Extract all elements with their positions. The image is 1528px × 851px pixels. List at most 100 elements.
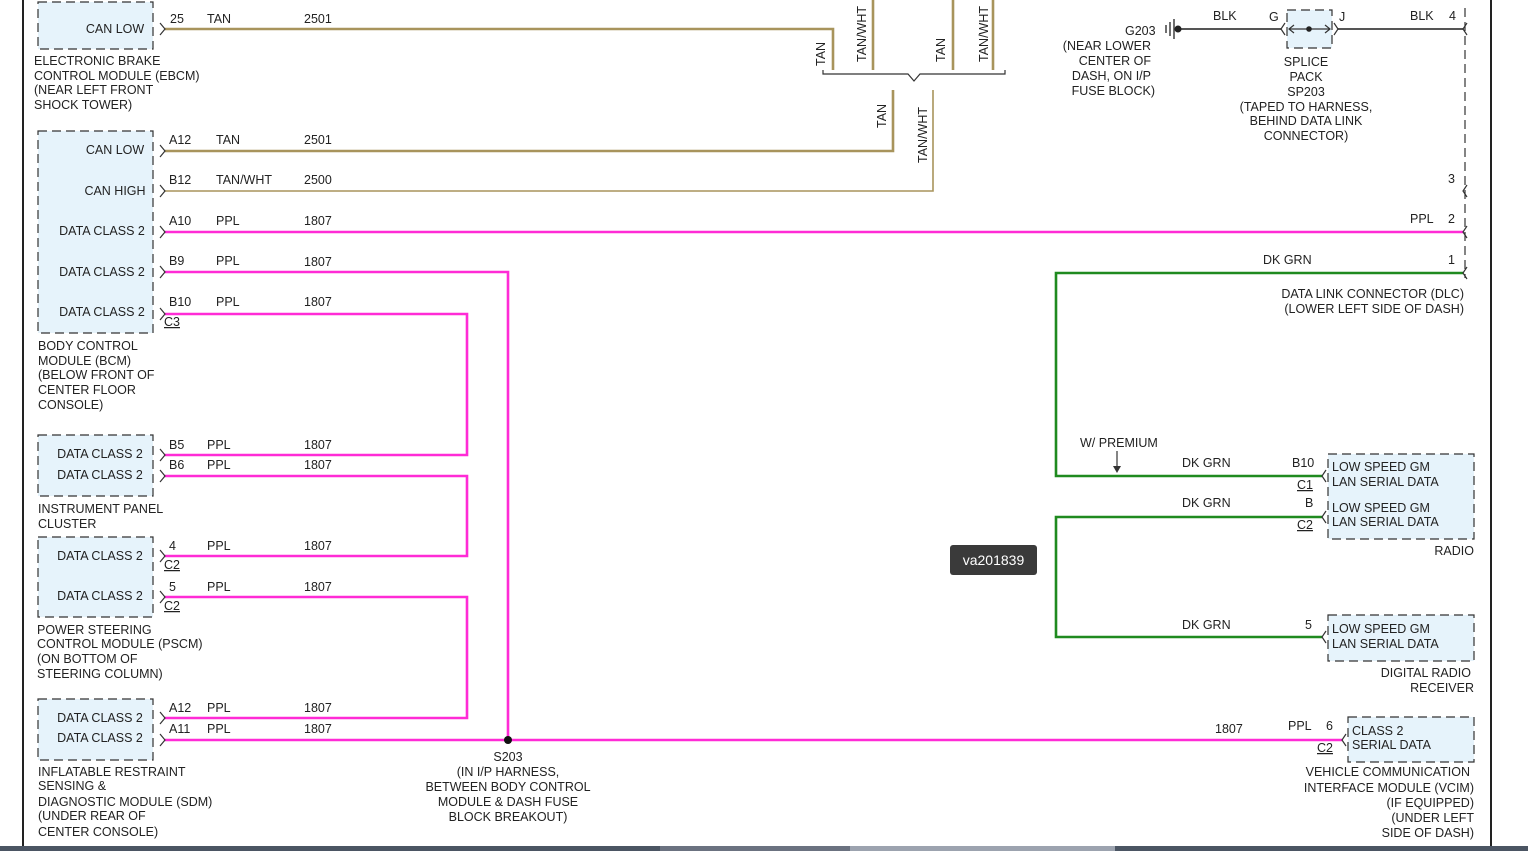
sdm-module-box (37, 698, 154, 761)
wirecolor-sdm-a11: PPL (207, 722, 231, 736)
bcm-can-low-label: CAN LOW (86, 143, 145, 157)
pin-ebcm-25: 25 (170, 12, 184, 26)
wirecolor-dlc-1: DK GRN (1263, 253, 1312, 267)
svg-text:INTERFACE MODULE (VCIM): INTERFACE MODULE (VCIM) (1304, 781, 1474, 795)
wirecolor-vert-tanwht-1: TAN/WHT (855, 6, 869, 62)
wire-ppl-pscm-5-sdm-a12 (165, 595, 469, 720)
svg-text:(UNDER REAR OF: (UNDER REAR OF (38, 809, 146, 823)
drr-lan-line2: LAN SERIAL DATA (1332, 637, 1439, 651)
wiring-diagram: CAN LOW CAN LOW CAN HIGH DATA CLASS 2 DA… (0, 0, 1528, 851)
circuit-pscm-4: 1807 (304, 539, 332, 553)
wirecolor-radio-b: DK GRN (1182, 496, 1231, 510)
pin-radio-b10: B10 (1292, 456, 1314, 470)
svg-text:S203: S203 (493, 750, 522, 764)
g203-label: G203 (1125, 24, 1156, 38)
pin-drr-5: 5 (1305, 618, 1312, 632)
image-id-badge: va201839 (950, 545, 1037, 575)
circuit-bcm-b9: 1807 (304, 255, 332, 269)
circuit-ebcm-2501: 2501 (304, 12, 332, 26)
wire-tanwht-bcm-can-high (165, 90, 934, 192)
w-premium-label: W/ PREMIUM (1080, 436, 1158, 450)
svg-text:SENSING &: SENSING & (38, 779, 107, 793)
ebcm-caption: ELECTRONIC BRAKE CONTROL MODULE (EBCM) (… (34, 54, 200, 112)
circuit-sdm-a11: 1807 (304, 722, 332, 736)
connector-pscm-c2-b: C2 (164, 599, 180, 613)
wirecolor-vcim: PPL (1288, 719, 1312, 733)
wirecolor-vert-tan-1: TAN (814, 42, 828, 66)
radio-lan1-line2: LAN SERIAL DATA (1332, 475, 1439, 489)
ebcm-can-low-label: CAN LOW (86, 22, 145, 36)
svg-text:SHOCK TOWER): SHOCK TOWER) (34, 98, 132, 112)
wire-ppl-bcm-b9 (165, 270, 510, 740)
w-premium-arrow-head (1113, 466, 1121, 473)
svg-text:SPLICE: SPLICE (1284, 55, 1328, 69)
ipc-caption: INSTRUMENT PANEL CLUSTER (38, 502, 163, 531)
pin-pscm-4: 4 (169, 539, 176, 553)
splice-dot (1306, 26, 1312, 32)
vcim-class2-line1: CLASS 2 (1352, 724, 1403, 738)
svg-text:CENTER CONSOLE): CENTER CONSOLE) (38, 825, 158, 839)
circuit-bcm-a12: 2501 (304, 133, 332, 147)
pin-dlc-2: 2 (1448, 212, 1455, 226)
wirecolor-vert-tanwht-2: TAN/WHT (977, 6, 991, 62)
connector-bcm-c3: C3 (164, 315, 180, 329)
wirecolor-bcm-a10: PPL (216, 214, 240, 228)
svg-text:ELECTRONIC BRAKE: ELECTRONIC BRAKE (34, 54, 160, 68)
radio-lan1-line1: LOW SPEED GM (1332, 460, 1430, 474)
circuit-pscm-5: 1807 (304, 580, 332, 594)
svg-text:INSTRUMENT PANEL: INSTRUMENT PANEL (38, 502, 163, 516)
g203-caption: (NEAR LOWER CENTER OF DASH, ON I/P FUSE … (1063, 39, 1155, 98)
svg-text:(NEAR LOWER: (NEAR LOWER (1063, 39, 1151, 53)
pin-ipc-b5: B5 (169, 438, 184, 452)
pin-radio-b: B (1305, 496, 1313, 510)
circuit-bcm-b12: 2500 (304, 173, 332, 187)
pin-bcm-b10: B10 (169, 295, 191, 309)
connector-vcim-c2: C2 (1317, 741, 1333, 755)
ipc-module-box (37, 434, 154, 497)
svg-text:(NEAR LEFT FRONT: (NEAR LEFT FRONT (34, 83, 154, 97)
wirecolor-sdm-a12: PPL (207, 701, 231, 715)
ipc-data-class2-b6-label: DATA CLASS 2 (57, 468, 143, 482)
svg-text:CONTROL MODULE (EBCM): CONTROL MODULE (EBCM) (34, 69, 200, 83)
pin-dlc-1: 1 (1448, 253, 1455, 267)
svg-text:PACK: PACK (1289, 70, 1323, 84)
svg-text:INFLATABLE RESTRAINT: INFLATABLE RESTRAINT (38, 765, 186, 779)
svg-text:CENTER FLOOR: CENTER FLOOR (38, 383, 136, 397)
svg-text:CENTER OF: CENTER OF (1079, 54, 1152, 68)
s203-caption: S203 (IN I/P HARNESS, BETWEEN BODY CONTR… (425, 750, 590, 824)
svg-text:(UNDER LEFT: (UNDER LEFT (1391, 811, 1474, 825)
radio-lan2-line1: LOW SPEED GM (1332, 501, 1430, 515)
pin-ipc-b6: B6 (169, 458, 184, 472)
wirecolor-drr: DK GRN (1182, 618, 1231, 632)
svg-text:(IF EQUIPPED): (IF EQUIPPED) (1386, 796, 1474, 810)
svg-text:BEHIND DATA LINK: BEHIND DATA LINK (1250, 114, 1363, 128)
connector-pscm-c2-a: C2 (164, 558, 180, 572)
wirecolor-pscm-4: PPL (207, 539, 231, 553)
svg-text:CONSOLE): CONSOLE) (38, 398, 103, 412)
svg-text:RADIO: RADIO (1434, 544, 1474, 558)
pscm-data-class2-4-label: DATA CLASS 2 (57, 549, 143, 563)
wirecolor-ipc-b6: PPL (207, 458, 231, 472)
svg-text:BETWEEN BODY CONTROL: BETWEEN BODY CONTROL (425, 780, 590, 794)
svg-text:(TAPED TO HARNESS,: (TAPED TO HARNESS, (1240, 100, 1373, 114)
circuit-vcim-1807: 1807 (1215, 722, 1243, 736)
wirecolor-radio-b10: DK GRN (1182, 456, 1231, 470)
wire-tan-bcm-can-low (165, 90, 895, 153)
svg-text:MODULE (BCM): MODULE (BCM) (38, 354, 131, 368)
svg-text:BLOCK BREAKOUT): BLOCK BREAKOUT) (449, 810, 568, 824)
drr-caption: DIGITAL RADIO RECEIVER (1381, 666, 1474, 695)
pin-sdm-a12: A12 (169, 701, 191, 715)
splice-pin-j: J (1339, 10, 1345, 24)
pscm-data-class2-5-label: DATA CLASS 2 (57, 589, 143, 603)
pin-dlc-4: 4 (1449, 9, 1456, 23)
svg-text:FUSE BLOCK): FUSE BLOCK) (1072, 84, 1155, 98)
svg-text:STEERING COLUMN): STEERING COLUMN) (37, 667, 163, 681)
harness-brace (822, 70, 1006, 82)
bcm-data-class2-b10-label: DATA CLASS 2 (59, 305, 145, 319)
svg-text:CONTROL MODULE (PSCM): CONTROL MODULE (PSCM) (37, 637, 203, 651)
bcm-can-high-label: CAN HIGH (84, 184, 145, 198)
svg-text:DIAGNOSTIC MODULE (SDM): DIAGNOSTIC MODULE (SDM) (38, 795, 212, 809)
wirecolor-bcm-b9: PPL (216, 254, 240, 268)
svg-text:BODY CONTROL: BODY CONTROL (38, 339, 138, 353)
wirecolor-dlc-2: PPL (1410, 212, 1434, 226)
